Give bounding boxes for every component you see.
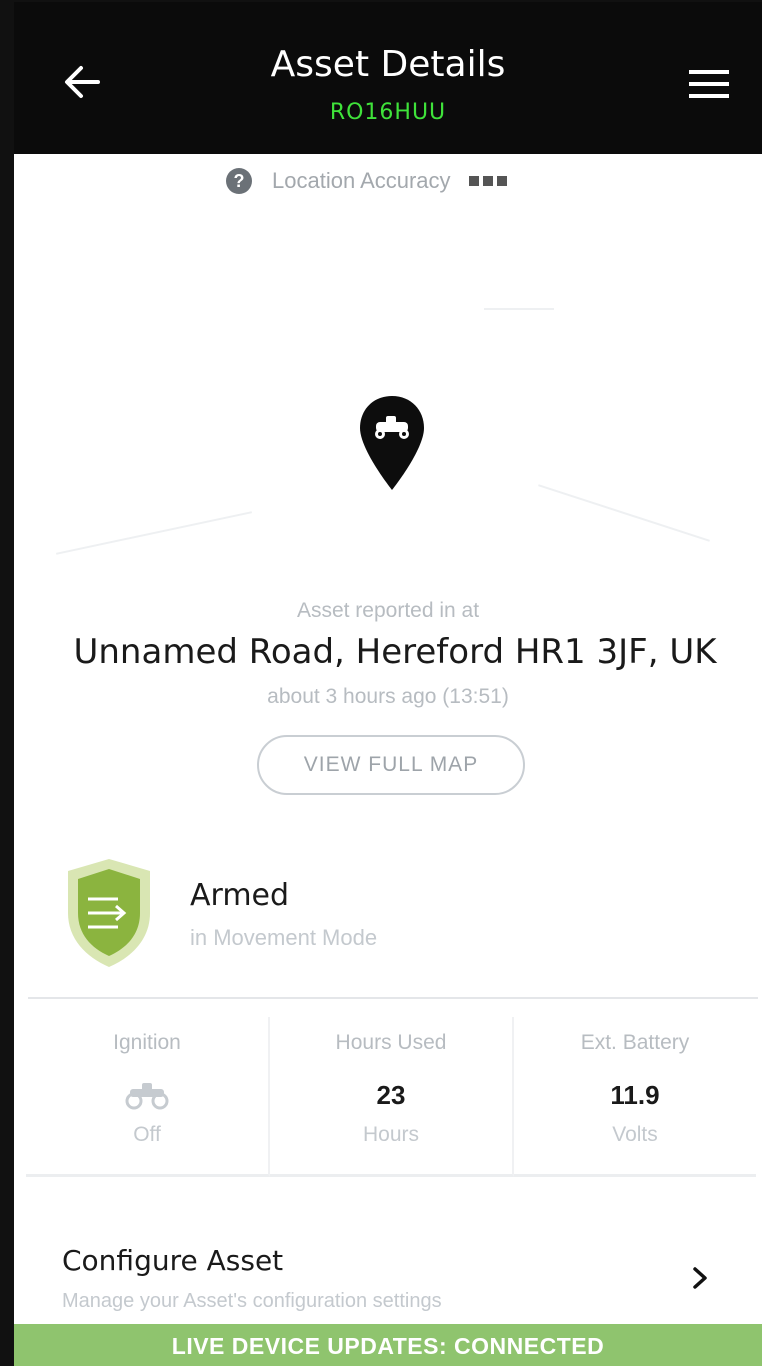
stat-value: 11.9 — [610, 1080, 660, 1110]
security-state: Armed — [190, 878, 290, 913]
quad-bike-location-pin-icon[interactable] — [358, 394, 426, 494]
question-icon[interactable]: ? — [226, 168, 252, 194]
stat-unit: Off — [133, 1123, 161, 1146]
view-full-map-button[interactable]: VIEW FULL MAP — [257, 735, 525, 795]
stat-label: Ignition — [113, 1031, 181, 1054]
asset-registration: RO16HUU — [329, 100, 447, 125]
map-road — [55, 511, 253, 555]
location-accuracy: ? Location Accuracy — [226, 168, 511, 194]
asset-stats: Ignition Off Hours Used 23 Hours Ext. Ba… — [26, 1017, 756, 1177]
configure-title: Configure Asset — [62, 1244, 284, 1277]
asset-address: Unnamed Road, Hereford HR1 3JF, UK — [73, 632, 717, 672]
configure-subtitle: Manage your Asset's configuration settin… — [62, 1290, 442, 1312]
stat-label: Ext. Battery — [580, 1031, 690, 1054]
security-mode: in Movement Mode — [190, 925, 378, 950]
location-accuracy-label: Location Accuracy — [272, 168, 451, 193]
hamburger-menu-icon — [689, 70, 729, 98]
page-title: Asset Details — [270, 44, 506, 85]
reported-label: Asset reported in at — [296, 599, 480, 622]
configure-asset-row[interactable]: Configure Asset Manage your Asset's conf… — [14, 1222, 762, 1318]
stat-icon-wrap — [26, 1075, 268, 1115]
stat-ext-battery: Ext. Battery 11.9 Volts — [514, 1017, 756, 1177]
stat-hours-used: Hours Used 23 Hours — [270, 1017, 514, 1177]
app-header: Asset Details RO16HUU — [14, 2, 762, 154]
app-screen: Asset Details RO16HUU ? Location Accurac… — [0, 0, 762, 1366]
stat-unit: Hours — [362, 1123, 420, 1146]
stat-value: 23 — [376, 1080, 406, 1110]
map-road — [484, 308, 554, 310]
menu-button[interactable] — [674, 54, 744, 114]
accuracy-bar — [468, 176, 479, 186]
quad-bike-icon — [125, 1083, 169, 1110]
connection-status-bar: LIVE DEVICE UPDATES: CONNECTED — [14, 1324, 762, 1366]
shield-icon — [68, 859, 150, 967]
stat-ignition: Ignition Off — [26, 1017, 270, 1177]
accuracy-bars — [468, 176, 511, 186]
map-road — [538, 484, 710, 542]
stat-unit: Volts — [612, 1123, 658, 1146]
divider — [28, 997, 758, 999]
accuracy-bar — [496, 176, 507, 186]
accuracy-bar — [482, 176, 493, 186]
chevron-right-icon — [693, 1267, 707, 1289]
stat-label: Hours Used — [335, 1031, 447, 1054]
report-time: about 3 hours ago (13:51) — [267, 685, 509, 708]
